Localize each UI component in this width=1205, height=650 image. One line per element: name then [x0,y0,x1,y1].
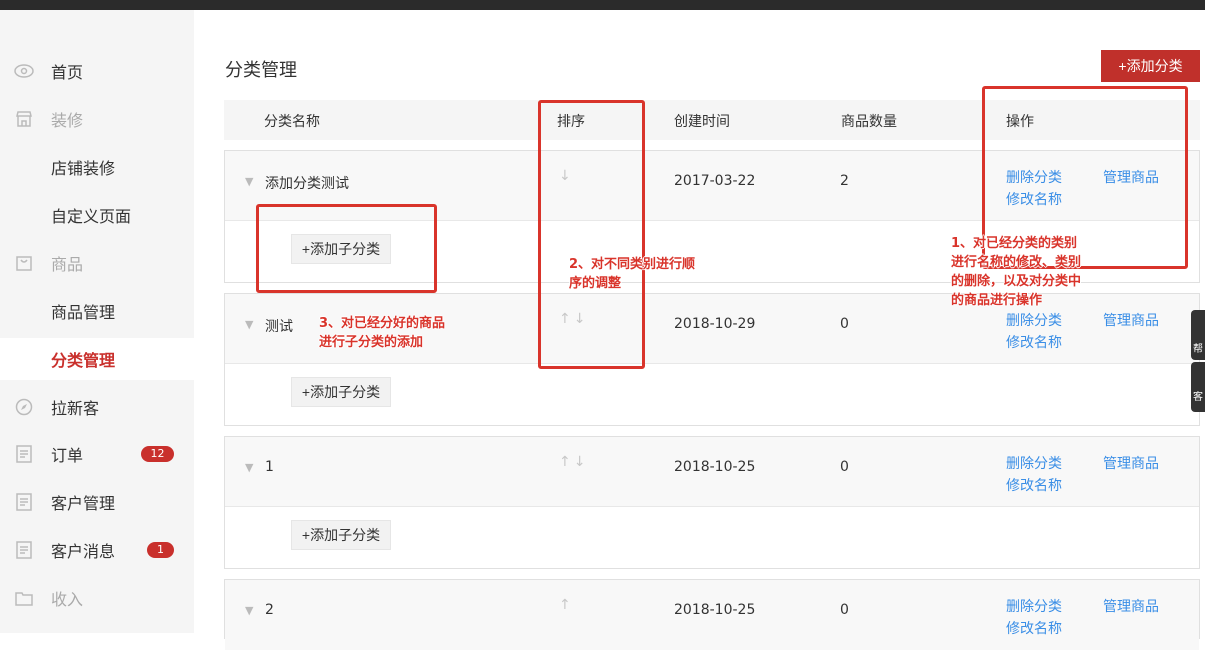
highlight-box-sort [538,100,645,369]
sidebar: 首页 装修 店铺装修 自定义页面 商品 商品管理 分类管理 拉新客 订单 12 … [0,10,194,633]
sort-arrows[interactable]: ↑↓ [559,454,588,470]
collapse-triangle-icon[interactable]: ▼ [245,175,253,188]
created-date: 2018-10-25 [674,602,756,618]
service-float-tab[interactable]: 客 [1191,362,1205,412]
list-icon [14,444,34,464]
sidebar-item-customers[interactable]: 客户管理 [0,481,194,523]
collapse-triangle-icon[interactable]: ▼ [245,318,253,331]
category-name: 1 [265,459,274,475]
delete-category-link[interactable]: 删除分类 [1006,596,1062,616]
goods-count: 0 [840,316,849,332]
sidebar-item-label: 客户管理 [51,494,116,513]
highlight-box-add-child [256,204,437,293]
sidebar-item-label: 店铺装修 [51,159,116,178]
goods-count: 0 [840,459,849,475]
sidebar-item-shop-decorate[interactable]: 店铺装修 [0,146,194,188]
table-row: ▼ 2 ↑ 2018-10-25 0 删除分类 管理商品 修改名称 [225,580,1199,650]
float-tab-label: 帮 [1193,344,1203,355]
category-name: 添加分类测试 [265,176,349,192]
sidebar-item-label: 拉新客 [51,399,100,418]
annotation-line: 1、对已经分类的类别 [951,236,1078,251]
compass-icon [14,397,34,417]
annotation-line: 序的调整 [569,276,622,291]
manage-goods-link[interactable]: 管理商品 [1103,453,1159,473]
manage-goods-link[interactable]: 管理商品 [1103,596,1159,616]
category-name: 2 [265,602,274,618]
delete-category-link[interactable]: 删除分类 [1006,310,1062,330]
sort-arrows[interactable]: ↑ [559,597,574,613]
sidebar-item-label: 商品 [51,255,84,274]
help-float-tab[interactable]: 帮 [1191,310,1205,360]
delete-category-link[interactable]: 删除分类 [1006,453,1062,473]
sidebar-item-label: 客户消息 [51,542,116,561]
column-header-count: 商品数量 [841,114,897,130]
sidebar-item-label: 商品管理 [51,303,116,322]
annotation-line: 2、对不同类别进行顺 [569,257,696,272]
messages-count-badge: 1 [147,542,174,558]
column-header-created: 创建时间 [674,114,730,130]
float-tab-label: 客 [1193,392,1203,403]
table-row: ▼ 1 ↑↓ 2018-10-25 0 删除分类 管理商品 修改名称 [225,437,1199,507]
sidebar-item-label: 订单 [51,446,84,465]
goods-count: 0 [840,602,849,618]
sidebar-item-goods-manage[interactable]: 商品管理 [0,290,194,332]
bag-icon [14,253,34,273]
sidebar-item-acquire[interactable]: 拉新客 [0,386,194,428]
sidebar-item-category-manage[interactable]: 分类管理 [0,338,194,380]
collapse-triangle-icon[interactable]: ▼ [245,461,253,474]
manage-goods-link[interactable]: 管理商品 [1103,310,1159,330]
orders-count-badge: 12 [141,446,174,462]
sidebar-item-label: 装修 [51,111,84,130]
annotation-line: 的删除，以及对分类中 [951,274,1082,289]
column-header-name: 分类名称 [264,114,320,130]
add-subcategory-button[interactable]: +添加子分类 [291,520,391,550]
rename-category-link[interactable]: 修改名称 [1006,618,1062,638]
top-bar [0,0,1205,10]
annotation-note-actions: 1、对已经分类的类别 进行名称的修改、类别 的删除，以及对分类中 的商品进行操作 [951,234,1081,310]
sidebar-item-goods[interactable]: 商品 [0,242,194,284]
sidebar-item-messages[interactable]: 客户消息 1 [0,529,194,571]
sidebar-item-orders[interactable]: 订单 12 [0,433,194,475]
sidebar-item-label: 首页 [51,63,84,82]
page-title: 分类管理 [225,60,297,81]
shop-icon [14,109,34,129]
sidebar-item-label: 收入 [51,590,84,609]
collapse-triangle-icon[interactable]: ▼ [245,604,253,617]
created-date: 2017-03-22 [674,173,756,189]
created-date: 2018-10-25 [674,459,756,475]
rename-category-link[interactable]: 修改名称 [1006,332,1062,352]
category-group: ▼ 2 ↑ 2018-10-25 0 删除分类 管理商品 修改名称 [224,579,1200,650]
list-icon [14,540,34,560]
annotation-note-sort: 2、对不同类别进行顺 序的调整 [569,255,695,293]
annotation-line: 进行子分类的添加 [319,335,424,350]
sidebar-item-home[interactable]: 首页 [0,50,194,92]
sidebar-item-label: 自定义页面 [51,207,132,226]
annotation-line: 3、对已经分好的商品 [319,316,446,331]
add-category-button[interactable]: +添加分类 [1101,50,1200,82]
created-date: 2018-10-29 [674,316,756,332]
list-icon [14,492,34,512]
sidebar-item-label: 分类管理 [51,351,116,370]
annotation-line: 进行名称的修改、类别 [951,255,1082,270]
category-group: ▼ 1 ↑↓ 2018-10-25 0 删除分类 管理商品 修改名称 +添加子分… [224,436,1200,569]
annotation-note-subcategory: 3、对已经分好的商品 进行子分类的添加 [319,314,445,352]
sidebar-item-decorate[interactable]: 装修 [0,98,194,140]
category-group: ▼ 测试 ↑↓ 2018-10-29 0 删除分类 管理商品 修改名称 +添加子… [224,293,1200,426]
category-name: 测试 [265,319,293,335]
eye-icon [14,61,34,81]
add-subcategory-button[interactable]: +添加子分类 [291,377,391,407]
goods-count: 2 [840,173,849,189]
annotation-line: 的商品进行操作 [951,293,1043,308]
rename-category-link[interactable]: 修改名称 [1006,475,1062,495]
folder-icon [14,588,34,608]
sidebar-item-custom-page[interactable]: 自定义页面 [0,194,194,236]
sidebar-item-income[interactable]: 收入 [0,577,194,619]
